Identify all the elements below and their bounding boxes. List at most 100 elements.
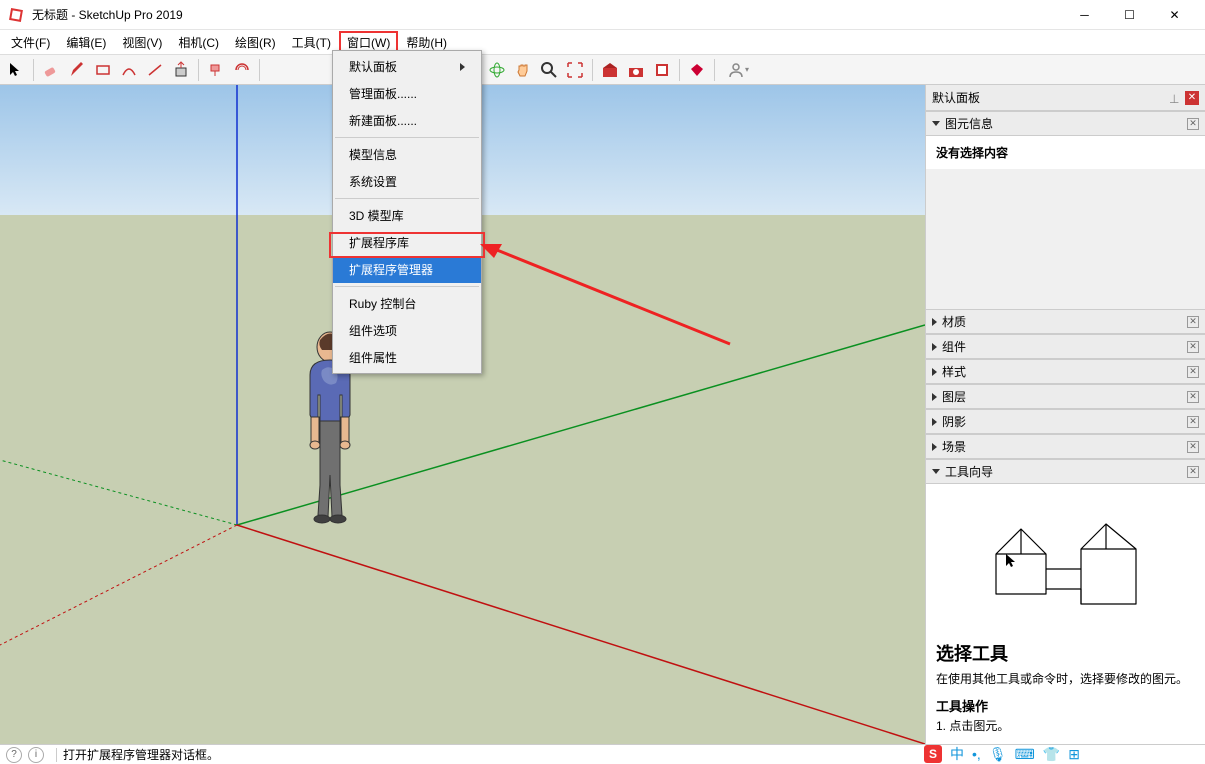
paint-tool-button[interactable]: [204, 58, 228, 82]
section-materials[interactable]: 材质✕: [926, 309, 1205, 334]
status-text: 打开扩展程序管理器对话框。: [63, 746, 219, 763]
section-layers[interactable]: 图层✕: [926, 384, 1205, 409]
warehouse-button[interactable]: [598, 58, 622, 82]
ime-indicator[interactable]: S 中 •, 🎙 ⌨ 👕 ⊞: [924, 744, 1080, 764]
separator: [714, 59, 715, 81]
collapse-button[interactable]: ✕: [1187, 441, 1199, 453]
menu-separator: [335, 286, 479, 287]
title-bar: 无标题 - SketchUp Pro 2019 ─ ☐ ✕: [0, 0, 1205, 30]
collapse-button[interactable]: ✕: [1187, 366, 1199, 378]
sogou-icon[interactable]: S: [924, 745, 942, 763]
ime-punct[interactable]: •,: [972, 746, 981, 762]
menu-draw[interactable]: 绘图(R): [227, 31, 284, 54]
menu-preferences[interactable]: 系统设置: [333, 168, 481, 195]
app-icon: [8, 7, 24, 23]
tray-gap: [926, 169, 1205, 309]
info-icon[interactable]: i: [28, 747, 44, 763]
offset-tool-button[interactable]: [230, 58, 254, 82]
chevron-right-icon: [932, 418, 937, 426]
close-tray-button[interactable]: ✕: [1185, 91, 1199, 105]
menu-comp-attrs[interactable]: 组件属性: [333, 344, 481, 371]
separator: [592, 59, 593, 81]
separator: [259, 59, 260, 81]
separator: [33, 59, 34, 81]
section-shadows[interactable]: 阴影✕: [926, 409, 1205, 434]
instructor-title: 选择工具: [936, 640, 1195, 666]
menu-comp-options[interactable]: 组件选项: [333, 317, 481, 344]
menu-bar: 文件(F) 编辑(E) 视图(V) 相机(C) 绘图(R) 工具(T) 窗口(W…: [0, 30, 1205, 55]
ruby-button[interactable]: [685, 58, 709, 82]
orbit-tool-button[interactable]: [485, 58, 509, 82]
collapse-button[interactable]: ✕: [1187, 341, 1199, 353]
arc-tool-button[interactable]: [117, 58, 141, 82]
pencil-tool-button[interactable]: [65, 58, 89, 82]
rect-tool-button[interactable]: [91, 58, 115, 82]
ime-mic-icon[interactable]: 🎙: [989, 746, 1007, 763]
collapse-button[interactable]: ✕: [1187, 316, 1199, 328]
chevron-right-icon: [932, 318, 937, 326]
pin-icon[interactable]: ⊥: [1169, 92, 1181, 104]
chevron-right-icon: [932, 393, 937, 401]
ime-grid-icon[interactable]: ⊞: [1068, 746, 1080, 763]
collapse-button[interactable]: ✕: [1187, 416, 1199, 428]
menu-edit[interactable]: 编辑(E): [58, 31, 114, 54]
menu-separator: [335, 137, 479, 138]
separator: [56, 748, 57, 762]
menu-ruby-console[interactable]: Ruby 控制台: [333, 290, 481, 317]
pan-tool-button[interactable]: [511, 58, 535, 82]
ime-skin-icon[interactable]: 👕: [1043, 746, 1060, 763]
separator: [679, 59, 680, 81]
collapse-button[interactable]: ✕: [1187, 118, 1199, 130]
pushpull-tool-button[interactable]: [169, 58, 193, 82]
menu-model-info[interactable]: 模型信息: [333, 141, 481, 168]
zoom-tool-button[interactable]: [537, 58, 561, 82]
collapse-button[interactable]: ✕: [1187, 466, 1199, 478]
instructor-illustration: [936, 494, 1195, 634]
menu-default-tray[interactable]: 默认面板: [333, 53, 481, 80]
instructor-desc: 在使用其他工具或命令时，选择要修改的图元。: [936, 670, 1195, 688]
menu-view[interactable]: 视图(V): [114, 31, 170, 54]
chevron-down-icon: [932, 121, 940, 126]
menu-camera[interactable]: 相机(C): [170, 31, 227, 54]
instructor-step: 1. 点击图元。: [936, 717, 1195, 734]
ime-lang[interactable]: 中: [950, 744, 964, 764]
help-icon[interactable]: ?: [6, 747, 22, 763]
separator: [198, 59, 199, 81]
menu-ext-warehouse[interactable]: 扩展程序库: [333, 229, 481, 256]
menu-tools[interactable]: 工具(T): [284, 31, 339, 54]
submenu-arrow-icon: [460, 63, 465, 71]
zoom-extents-button[interactable]: [563, 58, 587, 82]
eraser-tool-button[interactable]: [39, 58, 63, 82]
section-instructor[interactable]: 工具向导✕: [926, 459, 1205, 484]
toolbar: ▾: [0, 55, 1205, 85]
minimize-button[interactable]: ─: [1062, 0, 1107, 30]
ext-warehouse-button[interactable]: [624, 58, 648, 82]
section-scenes[interactable]: 场景✕: [926, 434, 1205, 459]
tray-header[interactable]: 默认面板 ⊥ ✕: [926, 85, 1205, 111]
collapse-button[interactable]: ✕: [1187, 391, 1199, 403]
window-menu-dropdown: 默认面板 管理面板...... 新建面板...... 模型信息 系统设置 3D …: [332, 50, 482, 374]
user-button[interactable]: ▾: [720, 58, 756, 82]
default-tray: 默认面板 ⊥ ✕ 图元信息 ✕ 没有选择内容 材质✕ 组件✕ 样式✕ 图层✕ 阴…: [925, 85, 1205, 744]
menu-file[interactable]: 文件(F): [3, 31, 58, 54]
select-tool-button[interactable]: [4, 58, 28, 82]
maximize-button[interactable]: ☐: [1107, 0, 1152, 30]
chevron-right-icon: [932, 343, 937, 351]
menu-new-tray[interactable]: 新建面板......: [333, 107, 481, 134]
menu-manage-trays[interactable]: 管理面板......: [333, 80, 481, 107]
window-title: 无标题 - SketchUp Pro 2019: [32, 6, 1062, 23]
menu-3d-warehouse[interactable]: 3D 模型库: [333, 202, 481, 229]
layout-button[interactable]: [650, 58, 674, 82]
line-tool-button[interactable]: [143, 58, 167, 82]
instructor-body: 选择工具 在使用其他工具或命令时，选择要修改的图元。 工具操作 1. 点击图元。: [926, 484, 1205, 744]
ime-keyboard-icon[interactable]: ⌨: [1015, 746, 1035, 763]
close-button[interactable]: ✕: [1152, 0, 1197, 30]
section-entity-info[interactable]: 图元信息 ✕: [926, 111, 1205, 136]
chevron-down-icon: [932, 469, 940, 474]
chevron-right-icon: [932, 368, 937, 376]
section-styles[interactable]: 样式✕: [926, 359, 1205, 384]
menu-separator: [335, 198, 479, 199]
section-components[interactable]: 组件✕: [926, 334, 1205, 359]
menu-ext-manager[interactable]: 扩展程序管理器: [333, 256, 481, 283]
instructor-ops-title: 工具操作: [936, 696, 1195, 715]
